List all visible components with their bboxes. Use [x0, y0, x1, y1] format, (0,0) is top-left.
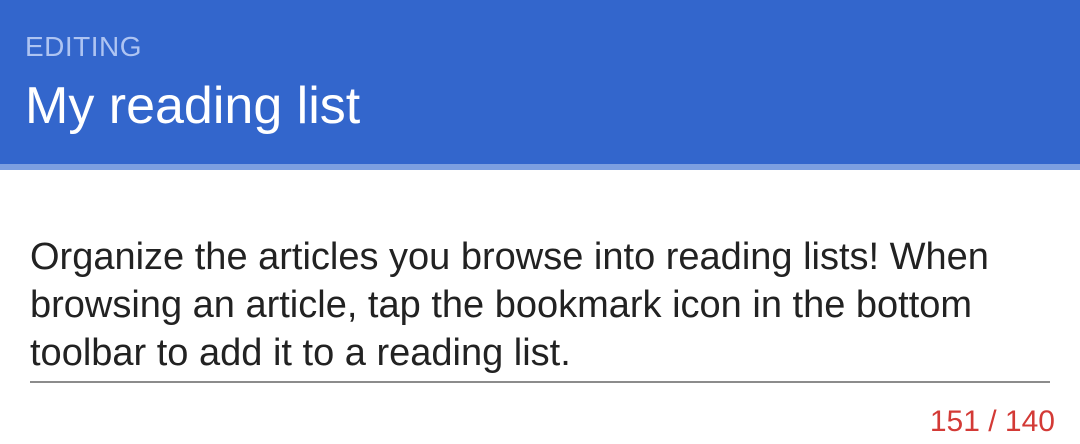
app-header: EDITING My reading list — [0, 0, 1080, 164]
description-input-underline — [30, 381, 1050, 383]
editing-mode-label: EDITING — [25, 31, 143, 62]
header-divider — [0, 164, 1080, 170]
reading-list-title[interactable]: My reading list — [25, 75, 360, 137]
description-input[interactable]: Organize the articles you browse into re… — [30, 233, 1050, 377]
character-counter: 151 / 140 — [929, 405, 1055, 438]
